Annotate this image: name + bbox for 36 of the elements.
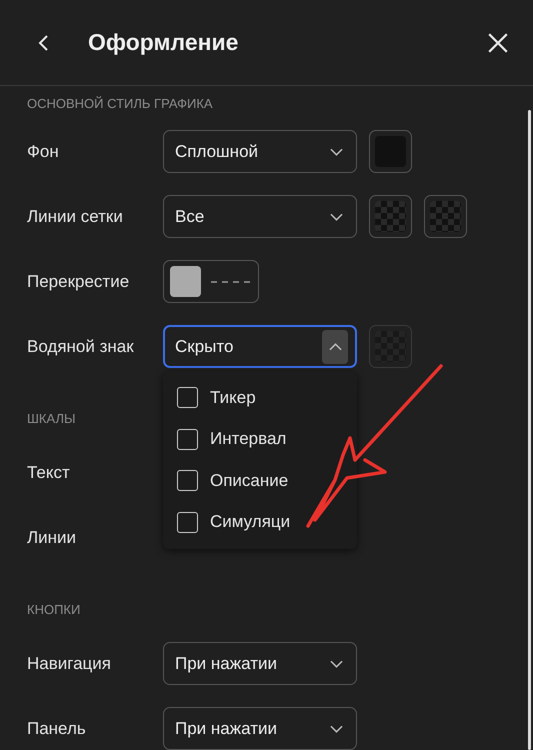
color-swatch[interactable] <box>369 130 412 173</box>
close-icon[interactable] <box>487 32 509 54</box>
checkbox[interactable] <box>177 387 198 408</box>
dropdown-select[interactable]: При нажатии <box>163 642 357 685</box>
caret-icon <box>330 660 342 668</box>
setting-label: Перекрестие <box>27 272 130 292</box>
dropdown-select[interactable]: Скрыто <box>163 325 357 368</box>
setting-label: Водяной знак <box>27 336 135 356</box>
checkbox[interactable] <box>177 470 198 492</box>
caret-icon <box>328 342 342 350</box>
setting-label: Линии <box>27 528 78 548</box>
section-heading: КНОПКИ <box>27 601 80 619</box>
color-swatch[interactable] <box>424 195 467 238</box>
dropdown-select[interactable]: При нажатии <box>163 707 357 750</box>
menu-item-label[interactable]: Тикер <box>210 388 256 408</box>
crosshair-style-button[interactable] <box>163 260 259 303</box>
menu-item-label[interactable]: Интервал <box>210 429 286 450</box>
setting-label: Линии сетки <box>27 206 124 226</box>
color-swatch[interactable] <box>369 195 412 238</box>
dropdown-select[interactable]: Все <box>163 195 357 238</box>
setting-label: Фон <box>27 142 60 162</box>
dropdown-select[interactable]: Сплошной <box>163 130 357 173</box>
setting-label: Панель <box>27 718 87 738</box>
checkbox[interactable] <box>177 428 198 450</box>
caret-icon <box>330 212 342 220</box>
setting-label: Навигация <box>27 654 112 674</box>
setting-label: Текст <box>27 462 71 482</box>
section-heading: ШКАЛЫ <box>27 410 76 428</box>
section-heading: ОСНОВНОЙ СТИЛЬ ГРАФИКА <box>27 95 213 113</box>
checkbox[interactable] <box>177 512 198 533</box>
caret-icon <box>330 148 342 156</box>
caret-icon <box>330 724 342 732</box>
menu-item-label[interactable]: Симуляци <box>210 512 290 532</box>
page-title: Оформление <box>88 29 240 56</box>
menu-item-label[interactable]: Описание <box>210 470 288 491</box>
dashed-line-icon <box>211 280 251 284</box>
